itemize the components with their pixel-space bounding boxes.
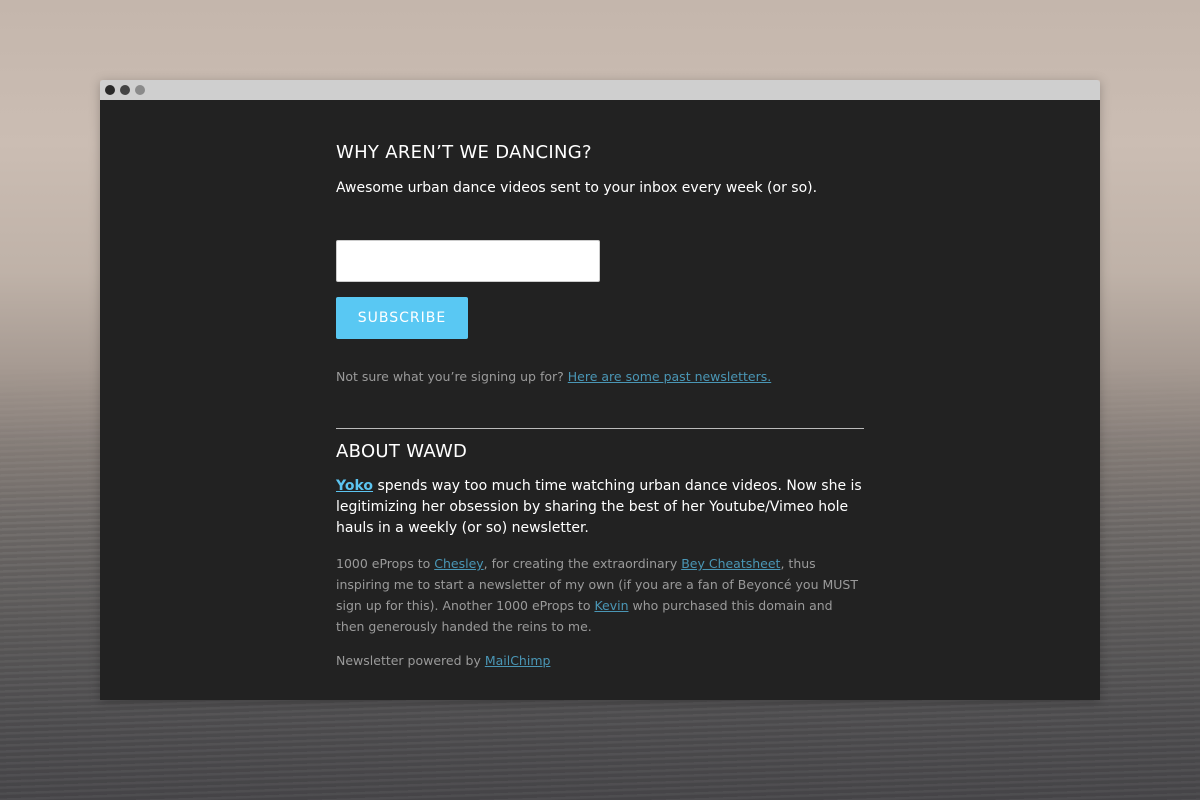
- past-newsletters-link[interactable]: Here are some past newsletters.: [568, 369, 771, 384]
- unsure-text: Not sure what you’re signing up for?: [336, 369, 564, 384]
- bey-cheatsheet-link[interactable]: Bey Cheatsheet: [681, 556, 780, 571]
- yoko-link[interactable]: Yoko: [336, 478, 373, 494]
- powered-by: Newsletter powered by MailChimp: [336, 650, 550, 671]
- subscribe-button[interactable]: SUBSCRIBE: [336, 297, 468, 339]
- section-divider: [336, 428, 864, 429]
- unsure-note: Not sure what you’re signing up for? Her…: [336, 366, 771, 387]
- close-window-dot[interactable]: [105, 85, 115, 95]
- mailchimp-link[interactable]: MailChimp: [485, 653, 551, 668]
- minimize-window-dot[interactable]: [120, 85, 130, 95]
- window-titlebar: [100, 80, 1100, 100]
- chesley-link[interactable]: Chesley: [434, 556, 483, 571]
- powered-text: Newsletter powered by: [336, 653, 485, 668]
- kevin-link[interactable]: Kevin: [594, 598, 628, 613]
- about-heading: ABOUT WAWD: [336, 441, 468, 462]
- maximize-window-dot[interactable]: [135, 85, 145, 95]
- signup-heading: WHY AREN’T WE DANCING?: [336, 142, 592, 163]
- email-input[interactable]: [336, 240, 600, 282]
- about-intro-text: spends way too much time watching urban …: [336, 478, 862, 536]
- page-content: WHY AREN’T WE DANCING? Awesome urban dan…: [100, 100, 1100, 700]
- credits-text-1: 1000 eProps to: [336, 556, 435, 571]
- about-intro: Yoko spends way too much time watching u…: [336, 476, 864, 539]
- credits-text-2: , for creating the extraordinary: [483, 556, 682, 571]
- signup-tagline: Awesome urban dance videos sent to your …: [336, 180, 818, 196]
- browser-window: WHY AREN’T WE DANCING? Awesome urban dan…: [100, 80, 1100, 700]
- credits-paragraph: 1000 eProps to Chesley, for creating the…: [336, 553, 864, 637]
